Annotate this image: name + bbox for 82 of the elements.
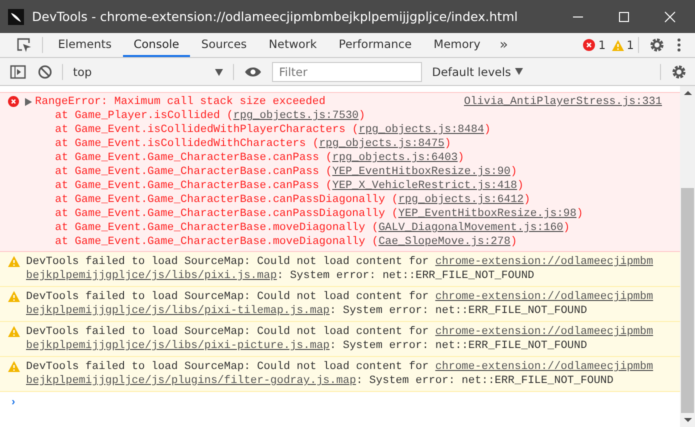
error-text: RangeError: Maximum call stack size exceeded [35, 95, 326, 109]
source-link[interactable]: rpg_objects.js:6412 [398, 194, 524, 206]
error-icon [583, 39, 596, 51]
warning-count[interactable]: 1 [626, 38, 634, 52]
source-link[interactable]: YEP_EventHitboxResize.js:98 [398, 208, 576, 220]
caret-icon [515, 68, 524, 75]
context-dropdown[interactable]: top [67, 64, 229, 78]
source-link[interactable]: rpg_objects.js:7530 [233, 110, 359, 122]
source-map-link[interactable]: chrome-extension://odlameecjipmbm [435, 291, 654, 303]
stack-frame-text: at Game_Event.isCollidedWithPlayerCharacters ( [55, 124, 359, 136]
settings-icon[interactable] [649, 37, 665, 53]
warning-text: DevTools failed to load SourceMap: Could not load content for [26, 361, 429, 373]
window-title: DevTools - chrome-extension://odlameecjipmbmbejkplpemijjgpljce/index.html [32, 9, 519, 24]
warning-icon [8, 326, 20, 337]
inspect-element-icon[interactable] [16, 37, 32, 53]
settings-icon[interactable] [671, 64, 687, 80]
stack-frame-text: ) [458, 152, 464, 164]
warning-icon [612, 40, 624, 50]
source-link[interactable]: YEP_EventHitboxResize.js:90 [332, 166, 510, 178]
error-icon [8, 96, 19, 107]
stack-frame-text: ) [444, 138, 452, 150]
maximize-icon[interactable] [618, 10, 630, 22]
panel-tab[interactable]: Network [258, 33, 328, 57]
sidebar-toggle-icon[interactable] [10, 64, 26, 78]
close-icon[interactable] [664, 10, 676, 22]
stack-frame-text: ) [358, 110, 366, 122]
source-link[interactable]: rpg_objects.js:8484 [358, 124, 484, 136]
log-levels-dropdown[interactable]: Default levels [432, 64, 524, 78]
stack-frame-text: ) [563, 222, 570, 234]
eye-icon[interactable] [244, 66, 262, 78]
source-link[interactable]: Olivia_AntiPlayerStress.js:331 [464, 95, 662, 109]
stack-frame-text: at Game_Event.Game_CharacterBase.canPass ( [55, 152, 332, 164]
source-map-link[interactable]: chrome-extension://odlameecjipmbm [435, 361, 654, 373]
stack-frame-text: ) [510, 166, 518, 178]
stack-frame-text: ) [517, 180, 524, 192]
warning-text: DevTools failed to load SourceMap: Could not load content for [26, 256, 429, 268]
warning-icon [8, 256, 20, 267]
source-map-link[interactable]: bejkplpemijjgpljce/js/plugins/filter-godray.js.map [26, 375, 356, 387]
scrollbar[interactable] [680, 86, 695, 427]
expand-arrow-icon[interactable] [25, 98, 32, 106]
caret-icon [215, 68, 223, 76]
source-link[interactable]: GALV_DiagonalMovement.js:160 [378, 222, 564, 234]
source-map-link[interactable]: bejkplpemijjgpljce/js/libs/pixi-tilemap.js.map [26, 305, 330, 317]
console-prompt[interactable]: › [0, 392, 30, 414]
stack-frame-text: at Game_Event.Game_CharacterBase.canPassDiagonally ( [55, 208, 398, 220]
stack-frame-text: ) [510, 236, 518, 248]
warning-text: : System error: net::ERR_FILE_NOT_FOUND [330, 340, 588, 352]
source-map-link[interactable]: bejkplpemijjgpljce/js/libs/pixi.js.map [26, 270, 277, 282]
source-link[interactable]: rpg_objects.js:8475 [319, 138, 444, 150]
stack-frame-text: at Game_Player.isCollided ( [55, 110, 234, 122]
error-count[interactable]: 1 [598, 38, 606, 52]
stack-frame-text: ) [524, 194, 530, 206]
panel-tab[interactable]: Memory [422, 33, 492, 57]
source-link[interactable]: Cae_SlopeMove.js:278 [378, 236, 510, 248]
source-link[interactable]: rpg_objects.js:6403 [332, 152, 458, 164]
clear-console-icon[interactable] [38, 64, 52, 78]
source-map-link[interactable]: chrome-extension://odlameecjipmbm [435, 326, 654, 338]
more-tabs-button[interactable]: » [499, 37, 508, 53]
app-logo-icon [8, 8, 24, 24]
panel-tab[interactable]: Sources [190, 33, 258, 57]
warning-icon [8, 361, 20, 372]
warning-text: : System error: net::ERR_FILE_NOT_FOUND [276, 270, 534, 282]
warning-icon [8, 291, 20, 302]
warning-text: : System error: net::ERR_FILE_NOT_FOUND [356, 375, 614, 387]
stack-frame-text: at Game_Event.Game_CharacterBase.canPass ( [55, 166, 332, 178]
source-link[interactable]: YEP_X_VehicleRestrict.js:418 [332, 180, 518, 192]
stack-frame-text: at Game_Event.Game_CharacterBase.moveDiagonally ( [55, 236, 378, 248]
warning-text: DevTools failed to load SourceMap: Could not load content for [26, 326, 429, 338]
warning-text: : System error: net::ERR_FILE_NOT_FOUND [330, 305, 588, 317]
stack-frame-text: at Game_Event.isCollidedWithCharacters ( [55, 138, 320, 150]
stack-frame-text: ) [484, 124, 491, 136]
stack-frame-text: ) [576, 208, 584, 220]
stack-frame-text: at Game_Event.Game_CharacterBase.canPassDiagonally ( [55, 194, 398, 206]
more-options-icon[interactable] [677, 38, 681, 52]
source-map-link[interactable]: bejkplpemijjgpljce/js/libs/pixi-picture.js.map [26, 340, 330, 352]
warning-text: DevTools failed to load SourceMap: Could not load content for [26, 291, 429, 303]
stack-frame-text: at Game_Event.Game_CharacterBase.moveDiagonally ( [55, 222, 378, 234]
panel-tab[interactable]: Elements [47, 33, 123, 57]
panel-tab[interactable]: Performance [328, 33, 423, 57]
source-map-link[interactable]: chrome-extension://odlameecjipmbm [435, 256, 654, 268]
stack-frame-text: at Game_Event.Game_CharacterBase.canPass ( [55, 180, 332, 192]
filter-field[interactable]: Filter [272, 62, 422, 82]
